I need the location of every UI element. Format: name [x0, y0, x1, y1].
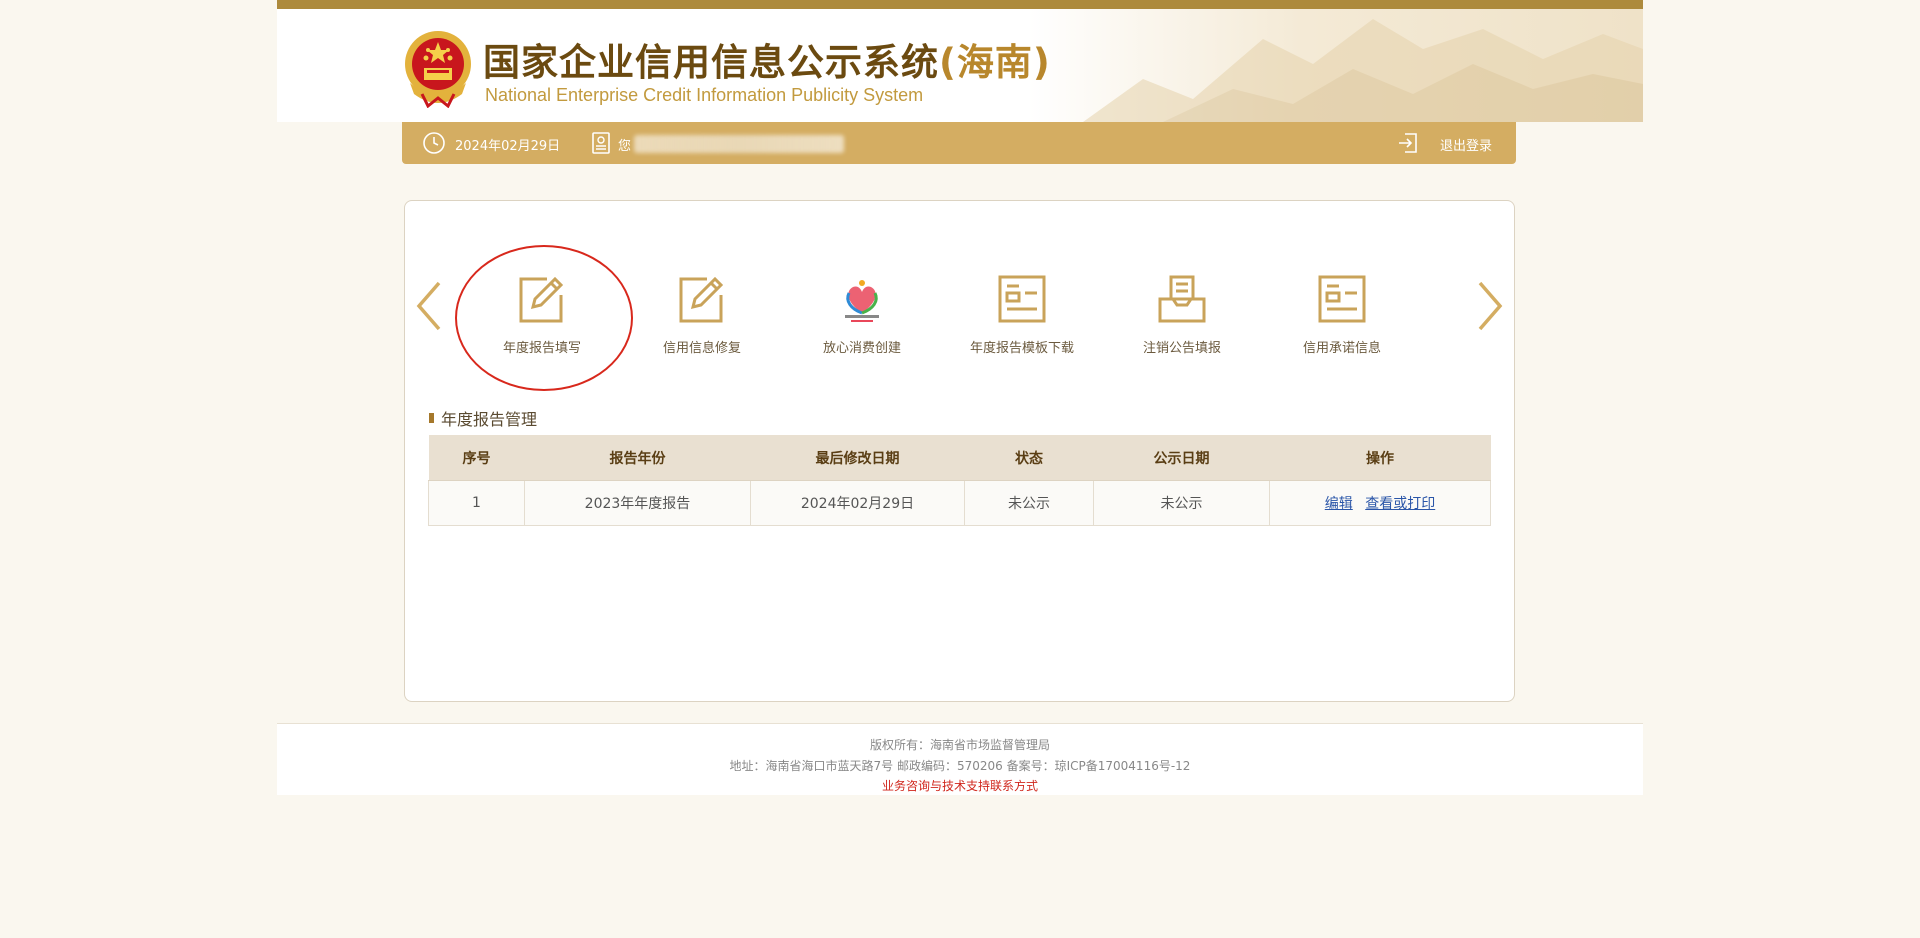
cell-index: 1 — [428, 480, 525, 526]
col-header-index: 序号 — [428, 435, 525, 481]
annual-report-table: 序号 报告年份 最后修改日期 状态 公示日期 操作 1 2023年年度报告 20… — [428, 435, 1491, 526]
footer-address: 地址：海南省海口市蓝天路7号 邮政编码：570206 备案号：琼ICP备1700… — [729, 759, 1191, 773]
footer-support-link[interactable]: 业务咨询与技术支持联系方式 — [277, 777, 1643, 794]
next-arrow-icon[interactable] — [1474, 279, 1506, 333]
document-icon — [1318, 275, 1366, 323]
user-bar: 2024年02月29日 您 退出登录 — [402, 122, 1516, 164]
col-header-year: 报告年份 — [524, 435, 751, 481]
logout-button[interactable]: 退出登录 — [1440, 135, 1492, 154]
footer: 版权所有：海南省市场监督管理局 地址：海南省海口市蓝天路7号 邮政编码：5702… — [277, 723, 1643, 795]
cell-modified: 2024年02月29日 — [750, 480, 965, 526]
section-title: 年度报告管理 — [429, 406, 537, 430]
tile-label: 年度报告填写 — [502, 341, 581, 356]
consumer-logo-icon — [845, 280, 879, 322]
section-title-marker — [429, 413, 434, 423]
main-panel: 年度报告填写 信用信息修复 放心消费创建 年度报告模板下载 注销公告填报 信用承… — [404, 200, 1515, 702]
view-print-link[interactable]: 查看或打印 — [1365, 496, 1435, 512]
tile-credit-repair[interactable]: 信用信息修复 — [627, 273, 777, 373]
edit-icon — [679, 276, 724, 323]
tile-label: 注销公告填报 — [1142, 341, 1221, 356]
cell-status: 未公示 — [964, 480, 1094, 526]
user-greeting: 您 — [618, 139, 632, 154]
section-title-text: 年度报告管理 — [441, 410, 538, 429]
edit-icon — [519, 276, 564, 323]
tile-label: 年度报告模板下载 — [969, 341, 1074, 356]
tile-label: 放心消费创建 — [822, 341, 901, 356]
col-header-actions: 操作 — [1269, 435, 1491, 481]
table-header-row: 序号 报告年份 最后修改日期 状态 公示日期 操作 — [428, 435, 1491, 481]
inbox-icon — [1158, 275, 1206, 323]
page-wrapper: 国家企业信用信息公示系统(海南) National Enterprise Cre… — [277, 0, 1643, 795]
header-banner: 国家企业信用信息公示系统(海南) National Enterprise Cre… — [277, 9, 1643, 122]
site-subtitle: National Enterprise Credit Information P… — [485, 85, 924, 105]
footer-copyright: 版权所有：海南省市场监督管理局 — [869, 738, 1050, 752]
tile-credit-commitment[interactable]: 信用承诺信息 — [1267, 273, 1417, 373]
site-title: 国家企业信用信息公示系统(海南) — [483, 32, 1051, 86]
cell-actions: 编辑 查看或打印 — [1269, 480, 1491, 526]
tile-deregistration-notice[interactable]: 注销公告填报 — [1107, 273, 1257, 373]
cell-year: 2023年年度报告 — [524, 480, 751, 526]
clock-icon — [423, 132, 445, 154]
current-date: 2024年02月29日 — [455, 139, 561, 154]
top-strip — [277, 0, 1643, 9]
tile-annual-template-download[interactable]: 年度报告模板下载 — [947, 273, 1097, 373]
tile-label: 信用承诺信息 — [1302, 341, 1381, 356]
col-header-modified: 最后修改日期 — [750, 435, 965, 481]
national-emblem-icon — [405, 31, 471, 108]
site-title-region: (海南) — [939, 41, 1051, 84]
masked-username — [634, 135, 844, 153]
site-title-main: 国家企业信用信息公示系统 — [483, 41, 939, 84]
edit-link[interactable]: 编辑 — [1325, 496, 1353, 512]
table-row: 1 2023年年度报告 2024年02月29日 未公示 未公示 编辑 查看或打印 — [428, 480, 1491, 526]
tile-annual-report-fill[interactable]: 年度报告填写 — [467, 273, 617, 373]
user-badge-icon — [592, 132, 610, 154]
cell-publish-date: 未公示 — [1093, 480, 1270, 526]
tile-consumer-trust[interactable]: 放心消费创建 — [787, 273, 937, 373]
col-header-publish-date: 公示日期 — [1093, 435, 1270, 481]
mountain-decoration — [1083, 19, 1643, 122]
logout-icon[interactable] — [1396, 131, 1420, 155]
prev-arrow-icon[interactable] — [413, 279, 445, 333]
document-icon — [998, 275, 1046, 323]
col-header-status: 状态 — [964, 435, 1094, 481]
tile-label: 信用信息修复 — [662, 341, 741, 356]
